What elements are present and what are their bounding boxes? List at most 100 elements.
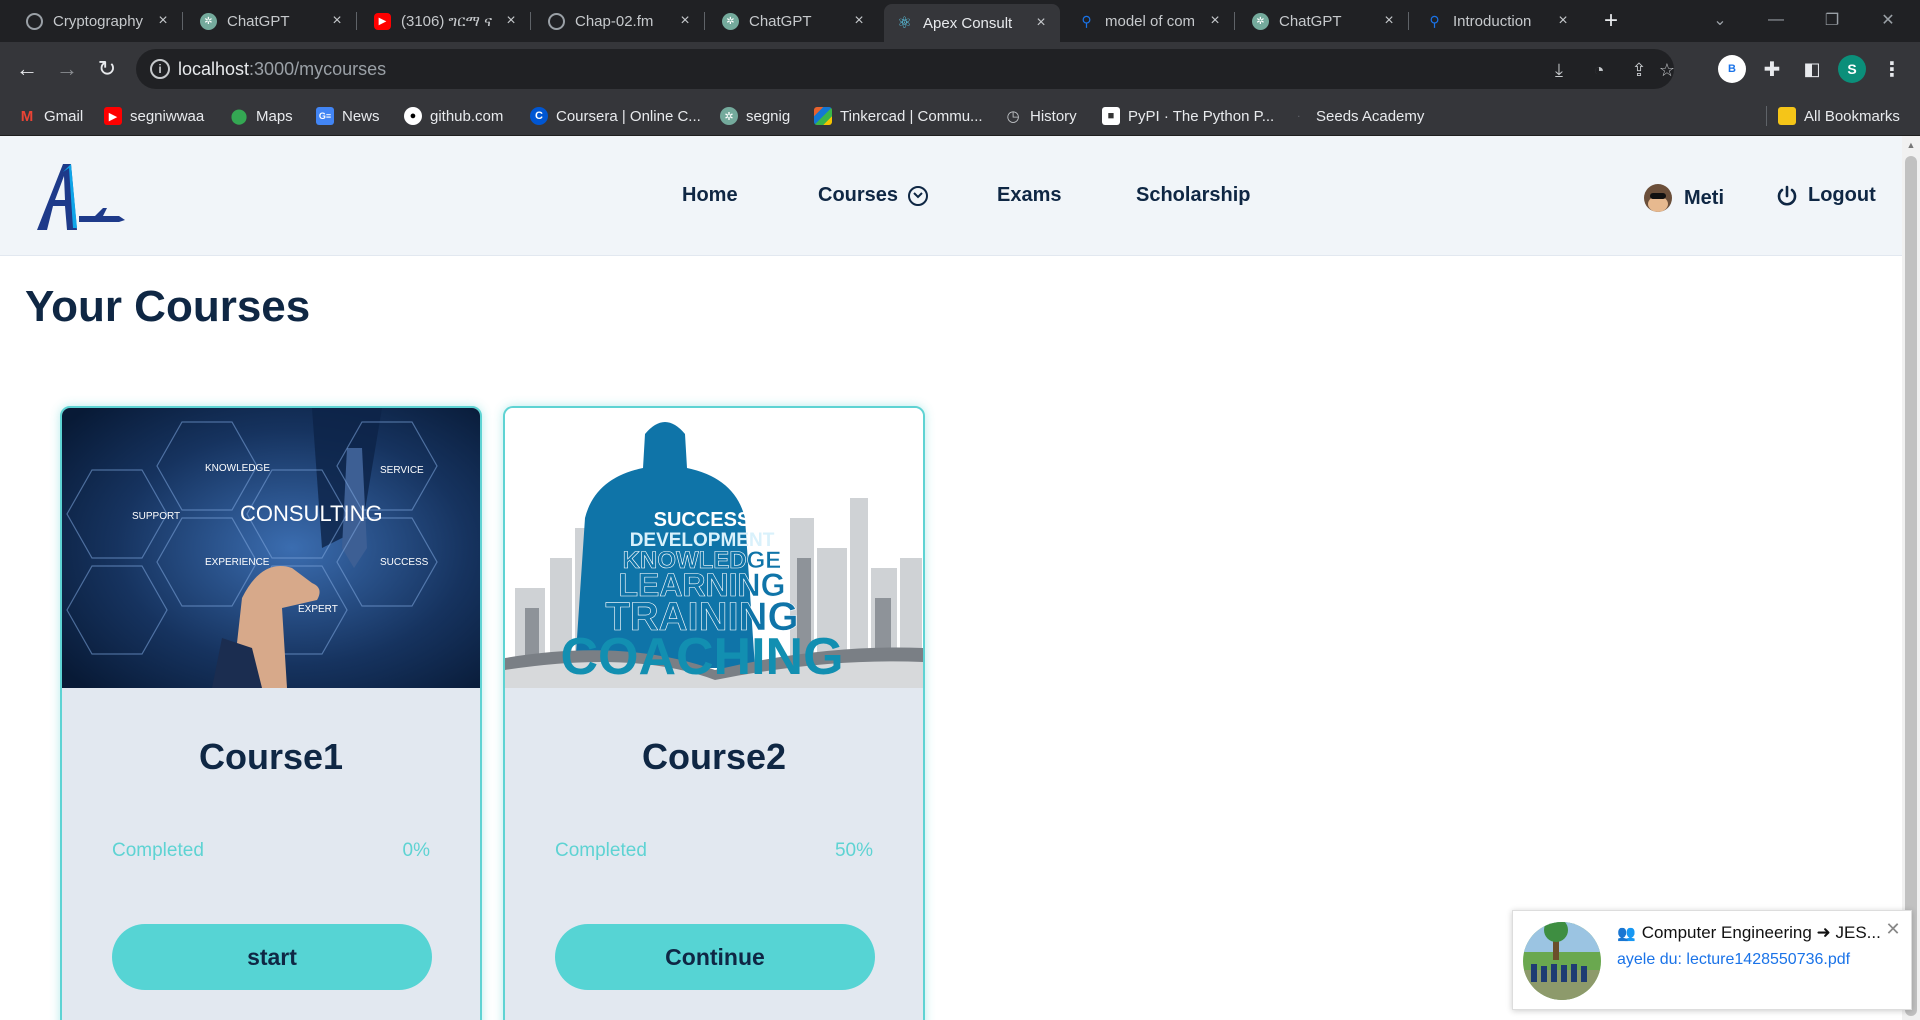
profile-avatar[interactable]: S xyxy=(1838,55,1866,83)
progress-value: 50% xyxy=(834,840,873,861)
bookmark-label: News xyxy=(342,107,380,125)
browser-tab[interactable]: ✲ ChatGPT × xyxy=(1240,4,1409,38)
chatgpt-icon: ✲ xyxy=(200,12,217,30)
tinkercad-icon xyxy=(814,107,832,125)
bookmark-maps[interactable]: ⬤ Maps xyxy=(230,105,293,127)
profile-b-avatar[interactable]: B xyxy=(1718,55,1746,83)
site-info-icon[interactable]: i xyxy=(150,59,170,79)
bookmark-history[interactable]: ◷ History xyxy=(1004,105,1076,127)
image-word: SERVICE xyxy=(380,465,424,476)
tab-title: ChatGPT xyxy=(1279,12,1342,30)
side-panel-icon[interactable]: ◧ xyxy=(1798,55,1826,83)
restore-icon[interactable]: ❐ xyxy=(1812,6,1852,34)
all-bookmarks[interactable]: All Bookmarks xyxy=(1778,105,1900,127)
apex-logo-icon[interactable] xyxy=(33,160,125,232)
install-app-icon[interactable]: ⤓ xyxy=(1548,59,1570,81)
bookmark-github[interactable]: ● github.com xyxy=(404,105,503,127)
course-card: KNOWLEDGE SERVICE SUPPORT CONSULTING EXP… xyxy=(60,406,482,1020)
close-icon[interactable]: × xyxy=(154,12,172,30)
close-icon[interactable]: × xyxy=(1206,12,1224,30)
tab-title: model of com xyxy=(1105,12,1196,30)
nav-courses[interactable]: Courses xyxy=(818,184,929,207)
bookmark-gmail[interactable]: M Gmail xyxy=(18,105,83,127)
logout-button[interactable]: Logout xyxy=(1776,184,1876,207)
scrollbar-thumb[interactable] xyxy=(1905,156,1917,1016)
news-icon: G≡ xyxy=(316,107,334,125)
close-icon[interactable]: × xyxy=(1380,12,1398,30)
youtube-icon: ▶ xyxy=(104,107,122,125)
bookmark-pypi[interactable]: ■ PyPI · The Python P... xyxy=(1102,105,1274,127)
image-word: EXPERT xyxy=(298,604,338,615)
bookmark-label: Seeds Academy xyxy=(1316,107,1425,125)
nav-scholarship[interactable]: Scholarship xyxy=(1136,184,1250,207)
image-word: SUCCESS xyxy=(654,509,751,531)
close-icon[interactable]: × xyxy=(1554,12,1572,30)
scroll-up-arrow-icon[interactable]: ▲ xyxy=(1905,139,1917,151)
tab-title: Cryptography xyxy=(53,12,144,30)
bookmark-label: Tinkercad | Commu... xyxy=(840,107,983,125)
browser-tab[interactable]: ⚲ Introduction × xyxy=(1414,4,1582,38)
bookmark-label: Gmail xyxy=(44,107,84,125)
close-icon[interactable]: ✕ xyxy=(1883,919,1903,939)
close-icon[interactable]: × xyxy=(502,12,520,30)
bookmark-coursera[interactable]: C Coursera | Online C... xyxy=(530,105,701,127)
minimize-icon[interactable]: — xyxy=(1756,6,1796,34)
tab-title: Chap-02.fm xyxy=(575,12,654,30)
bookmark-star-icon[interactable]: ☆ xyxy=(1656,59,1678,81)
user-name: Meti xyxy=(1684,186,1724,209)
tab-title: Introduction xyxy=(1453,12,1532,30)
search-icon: ⚲ xyxy=(1081,12,1092,29)
bookmark-news[interactable]: G≡ News xyxy=(316,105,380,127)
share-icon[interactable]: ⇪ xyxy=(1628,59,1650,81)
performance-icon[interactable]: ◔ xyxy=(1588,59,1610,81)
close-icon[interactable]: × xyxy=(1032,14,1050,32)
user-profile[interactable]: Meti xyxy=(1644,184,1724,212)
bookmark-seeds-academy[interactable]: · Seeds Academy xyxy=(1290,105,1425,127)
close-icon[interactable]: × xyxy=(676,12,694,30)
continue-course-button[interactable]: Continue xyxy=(555,924,875,990)
new-tab-button[interactable]: + xyxy=(1598,7,1624,34)
close-icon[interactable]: × xyxy=(328,12,346,30)
nav-home[interactable]: Home xyxy=(682,184,738,207)
reload-icon[interactable]: ↻ xyxy=(92,54,122,84)
tab-separator xyxy=(530,12,531,30)
chatgpt-icon: ✲ xyxy=(720,107,738,125)
bookmark-label: PyPI · The Python P... xyxy=(1128,107,1275,125)
chatgpt-icon: ✲ xyxy=(722,12,739,30)
browser-tab-active[interactable]: ⚛ Apex Consult × xyxy=(884,4,1060,42)
forward-arrow-icon[interactable]: → xyxy=(52,54,82,84)
close-icon[interactable]: × xyxy=(850,12,868,30)
bookmark-tinkercad[interactable]: Tinkercad | Commu... xyxy=(814,105,983,127)
browser-tab[interactable]: ⚲ model of com × xyxy=(1066,4,1235,38)
globe-icon xyxy=(548,12,565,30)
bookmark-segnig[interactable]: ✲ segnig xyxy=(720,105,790,127)
browser-tab[interactable]: Chap-02.fm × xyxy=(536,4,705,38)
browser-tab[interactable]: Cryptography × xyxy=(14,4,183,38)
browser-tab[interactable]: ▶ (3106) ግርማ ና × xyxy=(362,4,531,38)
tab-separator xyxy=(356,12,357,30)
bookmark-youtube[interactable]: ▶ segniwwaa xyxy=(104,105,204,127)
start-course-button[interactable]: start xyxy=(112,924,432,990)
address-bar[interactable]: i localhost:3000/mycourses ⤓ ◔ ⇪ ☆ xyxy=(136,49,1675,89)
extensions-icon[interactable]: ✚ xyxy=(1758,55,1786,83)
back-arrow-icon[interactable]: ← xyxy=(12,54,42,84)
notification-toast[interactable]: 👥 Computer Engineering ➜ JES... ayele du… xyxy=(1512,910,1912,1010)
browser-tab[interactable]: ✲ ChatGPT × xyxy=(710,4,878,38)
browser-tab[interactable]: ✲ ChatGPT × xyxy=(188,4,357,38)
site-header: Home Courses Exams Scholarship Meti Logo… xyxy=(0,136,1902,256)
image-word: CONSULTING xyxy=(240,501,383,526)
bookmarks-separator xyxy=(1766,106,1767,126)
image-word: KNOWLEDGE xyxy=(205,463,270,474)
nav-courses-label: Courses xyxy=(818,184,899,206)
nav-exams[interactable]: Exams xyxy=(997,184,1062,207)
window-close-icon[interactable]: ✕ xyxy=(1868,6,1908,34)
pypi-icon: ■ xyxy=(1102,107,1120,125)
notification-message[interactable]: ayele du: lecture1428550736.pdf xyxy=(1617,951,1850,969)
progress-label: Completed xyxy=(555,840,647,861)
progress-value: 0% xyxy=(402,840,430,861)
tab-search-chevron-icon[interactable]: ⌄ xyxy=(1700,6,1740,34)
more-menu-icon[interactable]: ⋮ xyxy=(1878,55,1906,83)
url-text[interactable]: localhost:3000/mycourses xyxy=(178,59,386,80)
search-icon: ⚲ xyxy=(1429,12,1440,29)
course-card: SUCCESS DEVELOPMENT KNOWLEDGE LEARNING T… xyxy=(503,406,925,1020)
